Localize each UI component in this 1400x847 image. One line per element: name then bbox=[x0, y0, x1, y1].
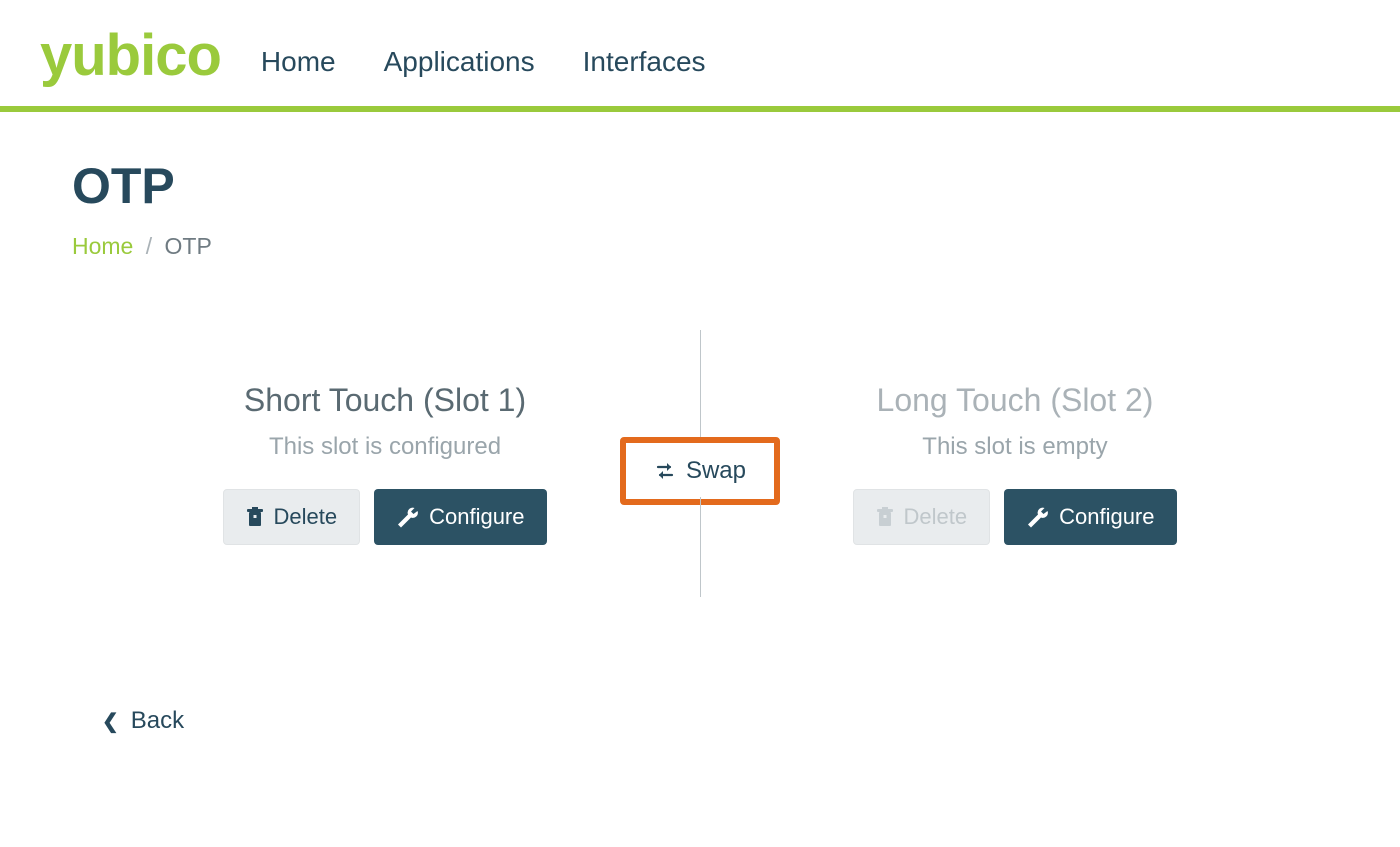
slot-2-such: Delete bbox=[904, 504, 968, 530]
slot-2: Long Touch (Slot 2) This slot is empty D… bbox=[800, 382, 1230, 545]
slot-1-configure-button[interactable]: Configure bbox=[374, 489, 547, 545]
breadcrumb-separator: / bbox=[140, 233, 158, 259]
slot-2-actions: Delete Configure bbox=[800, 489, 1230, 545]
slot-1-title: Short Touch (Slot 1) bbox=[170, 382, 600, 419]
slot-2-configure-button[interactable]: Configure bbox=[1004, 489, 1177, 545]
slot-1-actions: Delete Configure bbox=[170, 489, 600, 545]
nav-interfaces[interactable]: Interfaces bbox=[583, 46, 706, 78]
divider-line bbox=[700, 330, 701, 445]
slot-1-status: This slot is configured bbox=[170, 433, 600, 461]
back-label: Back bbox=[131, 707, 184, 735]
brand-logo: yubico bbox=[40, 30, 261, 82]
chevron-left-icon: ❮ bbox=[102, 709, 119, 734]
wrench-icon bbox=[397, 506, 419, 528]
breadcrumb: Home / OTP bbox=[72, 233, 1328, 260]
content: OTP Home / OTP Short Touch (Slot 1) This… bbox=[0, 112, 1400, 735]
breadcrumb-home[interactable]: Home bbox=[72, 233, 133, 259]
trash-icon bbox=[876, 507, 894, 527]
slot-2-configure-label: Configure bbox=[1059, 504, 1154, 530]
slot-2-title: Long Touch (Slot 2) bbox=[800, 382, 1230, 419]
header: yubico Home Applications Interfaces bbox=[0, 0, 1400, 112]
page-title: OTP bbox=[72, 157, 1328, 215]
slot-2-status: This slot is empty bbox=[800, 433, 1230, 461]
swap-icon bbox=[654, 461, 676, 481]
back-button[interactable]: ❮ Back bbox=[72, 707, 1328, 735]
breadcrumb-current: OTP bbox=[165, 233, 212, 259]
main-nav: Home Applications Interfaces bbox=[261, 46, 706, 82]
slots-area: Short Touch (Slot 1) This slot is config… bbox=[72, 330, 1328, 597]
slot-1: Short Touch (Slot 1) This slot is config… bbox=[170, 382, 600, 545]
slot-1-delete-button[interactable]: Delete bbox=[223, 489, 361, 545]
trash-icon bbox=[246, 507, 264, 527]
slot-1-configure-label: Configure bbox=[429, 504, 524, 530]
nav-home[interactable]: Home bbox=[261, 46, 336, 78]
swap-button[interactable]: Swap bbox=[620, 437, 780, 505]
nav-applications[interactable]: Applications bbox=[384, 46, 535, 78]
slot-1-delete-label: Delete bbox=[274, 504, 338, 530]
divider-line bbox=[700, 497, 701, 597]
center-divider: Swap bbox=[600, 330, 800, 597]
slot-2-delete-button: Delete bbox=[853, 489, 991, 545]
swap-label: Swap bbox=[686, 457, 746, 485]
wrench-icon bbox=[1027, 506, 1049, 528]
